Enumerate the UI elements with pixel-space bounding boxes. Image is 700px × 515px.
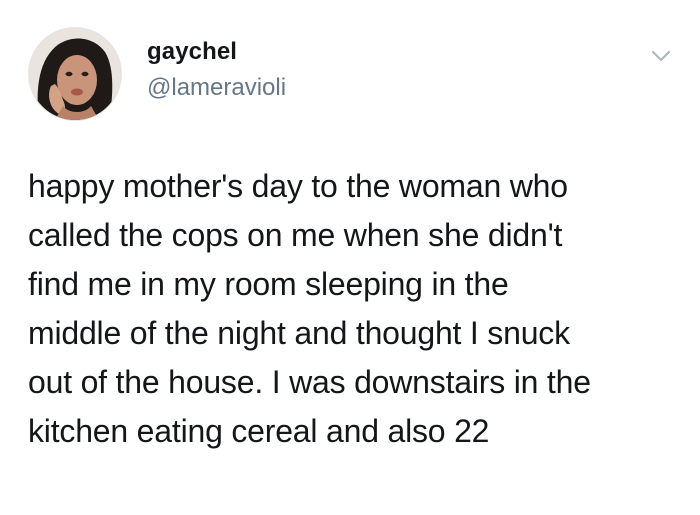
author-names: gaychel @lameravioli [147, 38, 286, 102]
display-name[interactable]: gaychel [147, 38, 286, 66]
tweet-card: gaychel @lameravioli happy mother's day … [0, 0, 700, 515]
tweet-header: gaychel @lameravioli [28, 26, 286, 122]
tweet-text-line: called the cops on me when she didn't [28, 217, 563, 253]
tweet-text-line: happy mother's day to the woman who [28, 168, 568, 204]
avatar-photo [29, 28, 121, 120]
tweet-text-line: find me in my room sleeping in the [28, 266, 509, 302]
chevron-down-icon[interactable] [650, 48, 672, 64]
tweet-text-line: kitchen eating cereal and also 22 [28, 413, 490, 449]
tweet-text-line: middle of the night and thought I snuck [28, 315, 570, 351]
username-handle[interactable]: @lameravioli [147, 74, 286, 102]
tweet-text-line: out of the house. I was downstairs in th… [28, 364, 591, 400]
avatar[interactable] [28, 27, 122, 121]
tweet-text: happy mother's day to the woman who call… [28, 162, 678, 456]
